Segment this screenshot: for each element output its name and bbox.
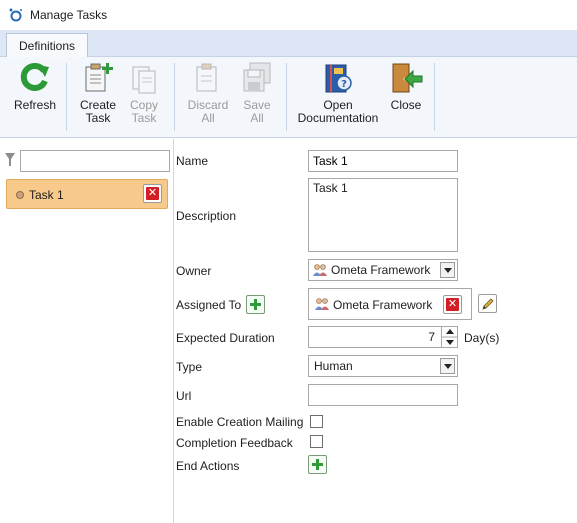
save-all-label-1: Save xyxy=(243,98,271,112)
chevron-down-icon[interactable] xyxy=(440,262,455,278)
task-item-label: Task 1 xyxy=(29,188,64,202)
list-item-task[interactable]: Task 1 ✕ xyxy=(6,179,168,209)
refresh-label: Refresh xyxy=(13,98,57,112)
owner-select[interactable]: Ometa Framework xyxy=(308,259,458,281)
type-select[interactable]: Human xyxy=(308,355,458,377)
tab-definitions[interactable]: Definitions xyxy=(6,33,88,58)
copy-task-label-1: Copy xyxy=(129,98,158,112)
assigned-to-value: Ometa Framework xyxy=(333,298,433,312)
ribbon-separator xyxy=(434,63,435,131)
owner-value: Ometa Framework xyxy=(331,263,431,277)
create-task-label-1: Create xyxy=(79,98,117,112)
completion-feedback-checkbox[interactable] xyxy=(310,435,323,448)
save-all-icon xyxy=(243,62,271,92)
delete-task-button[interactable]: ✕ xyxy=(143,184,162,203)
open-documentation-label-1: Open xyxy=(323,98,353,112)
app-icon xyxy=(9,8,22,22)
duration-spinner[interactable] xyxy=(441,327,458,347)
remove-assignee-button[interactable]: ✕ xyxy=(443,295,462,314)
copy-task-label-2: Task xyxy=(131,111,157,125)
close-button[interactable]: Close xyxy=(386,61,426,112)
type-value: Human xyxy=(314,359,353,373)
tab-strip: Definitions xyxy=(0,30,577,58)
save-all-button[interactable]: Save All xyxy=(236,61,278,125)
create-task-button[interactable]: Create Task xyxy=(76,61,120,125)
enable-creation-mailing-label: Enable Creation Mailing xyxy=(176,415,304,429)
refresh-button[interactable]: Refresh xyxy=(12,61,58,112)
spinner-arrows-icon xyxy=(442,329,458,345)
discard-all-label-2: All xyxy=(201,111,215,125)
duration-unit: Day(s) xyxy=(464,331,500,345)
description-textarea[interactable]: Task 1 xyxy=(308,178,458,252)
close-icon: ✕ xyxy=(146,187,159,200)
people-icon xyxy=(313,264,327,276)
type-label: Type xyxy=(176,360,203,374)
url-input[interactable] xyxy=(308,384,458,406)
ribbon-separator xyxy=(286,63,287,131)
svg-text:?: ? xyxy=(341,79,347,90)
edit-assignee-button[interactable] xyxy=(478,294,497,313)
description-label: Description xyxy=(176,209,237,223)
discard-all-icon xyxy=(196,63,217,92)
discard-all-label-1: Discard xyxy=(187,98,229,112)
window-title: Manage Tasks xyxy=(30,8,108,22)
expected-duration-input[interactable]: 7 xyxy=(308,326,458,348)
discard-all-button[interactable]: Discard All xyxy=(184,61,232,125)
assigned-to-label: Assigned To xyxy=(176,298,242,312)
chevron-down-icon[interactable] xyxy=(440,358,455,374)
task-status-icon xyxy=(16,191,24,199)
save-all-label-2: All xyxy=(250,111,264,125)
enable-creation-mailing-checkbox[interactable] xyxy=(310,415,323,428)
pencil-icon xyxy=(482,298,494,310)
open-documentation-label-2: Documentation xyxy=(297,111,379,125)
add-assignee-button[interactable] xyxy=(246,295,265,314)
name-label: Name xyxy=(176,154,209,168)
title-bar: Manage Tasks xyxy=(0,0,577,30)
assigned-to-box: Ometa Framework ✕ xyxy=(308,288,472,320)
close-icon: ✕ xyxy=(446,298,459,311)
ribbon-toolbar: Refresh Create Task Copy Task Discard Al… xyxy=(0,57,577,138)
refresh-icon xyxy=(20,62,49,91)
create-task-label-2: Task xyxy=(85,111,111,125)
copy-task-button[interactable]: Copy Task xyxy=(122,61,166,125)
expected-duration-label: Expected Duration xyxy=(176,331,275,345)
completion-feedback-label: Completion Feedback xyxy=(176,436,293,450)
name-input[interactable] xyxy=(308,150,458,172)
open-documentation-button[interactable]: ? Open Documentation xyxy=(294,61,382,125)
documentation-icon: ? xyxy=(325,64,352,93)
owner-label: Owner xyxy=(176,264,212,278)
create-task-icon xyxy=(85,63,113,92)
people-icon xyxy=(315,298,329,310)
exit-door-icon xyxy=(392,63,423,93)
end-actions-label: End Actions xyxy=(176,459,240,473)
filter-icon xyxy=(5,153,15,166)
ribbon-separator xyxy=(174,63,175,131)
copy-task-icon xyxy=(132,66,156,94)
task-filter-input[interactable] xyxy=(20,150,170,172)
add-end-action-button[interactable] xyxy=(308,455,327,474)
duration-value: 7 xyxy=(428,330,435,344)
url-label: Url xyxy=(176,389,192,403)
close-label: Close xyxy=(390,98,422,112)
ribbon-separator xyxy=(66,63,67,131)
